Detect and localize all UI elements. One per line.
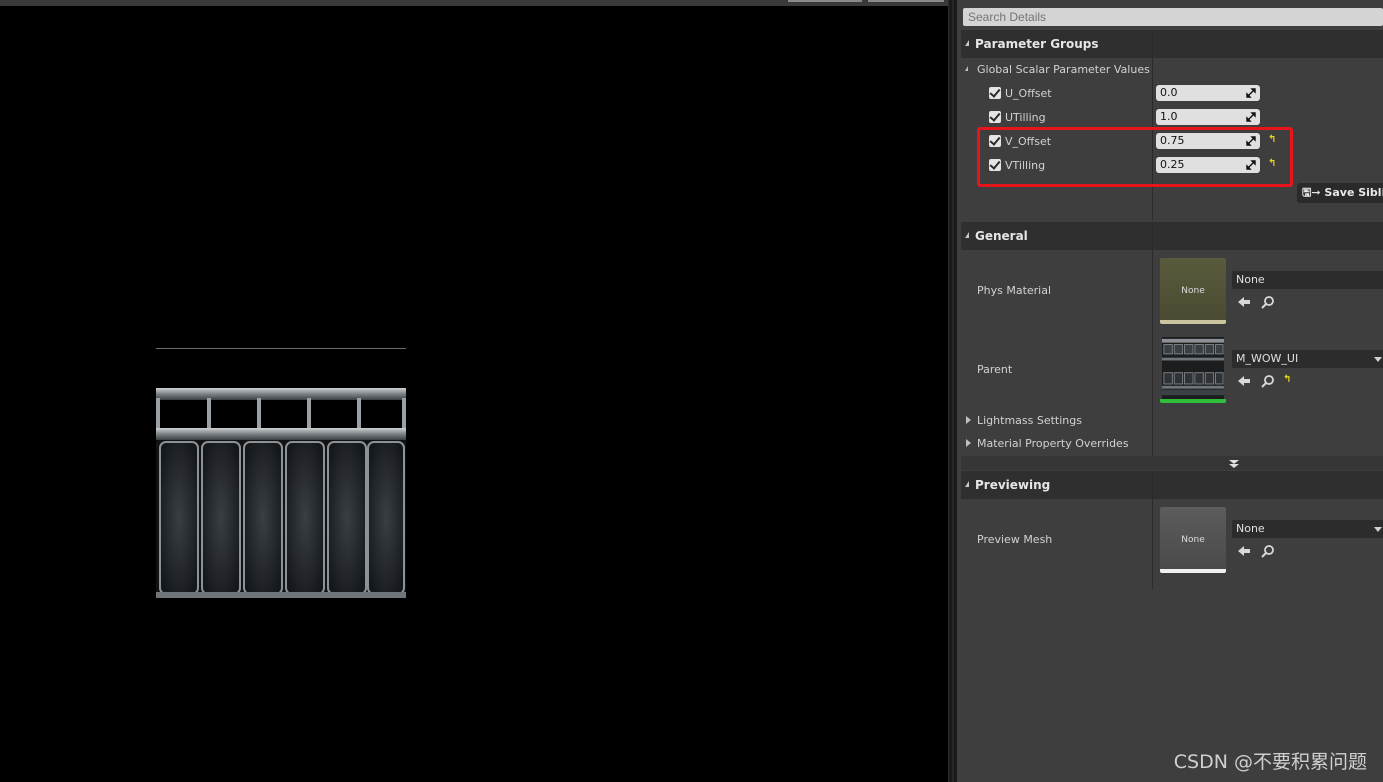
expand-advanced-arrow-icon[interactable] xyxy=(1229,460,1239,468)
chevron-down-icon xyxy=(1374,357,1382,362)
category-title: General xyxy=(975,229,1028,243)
drag-resize-icon xyxy=(1246,88,1256,98)
thumbnail-text: None xyxy=(1181,286,1205,296)
watermark-text: CSDN @不要积累问题 xyxy=(1173,751,1367,773)
picker-value: None xyxy=(1236,522,1265,535)
use-selected-arrow-icon[interactable] xyxy=(1237,544,1251,558)
column-divider[interactable] xyxy=(1152,471,1153,589)
save-icon: 🖫➞ xyxy=(1302,186,1325,199)
collapse-triangle-icon xyxy=(965,481,969,487)
category-title: Previewing xyxy=(975,478,1051,492)
collapse-triangle-icon xyxy=(965,232,969,238)
parent-material-thumbnail[interactable] xyxy=(1160,337,1226,403)
save-sibling-button[interactable]: 🖫➞ Save Sibli xyxy=(1297,183,1383,203)
panel-splitter[interactable] xyxy=(948,0,957,782)
collapse-triangle-icon xyxy=(965,40,969,46)
column-divider[interactable] xyxy=(1152,30,1153,220)
u-tilling-checkbox[interactable] xyxy=(989,111,1001,123)
expand-triangle-icon[interactable] xyxy=(966,439,971,447)
phys-material-thumbnail[interactable]: None xyxy=(1160,258,1226,324)
annotation-highlight-box xyxy=(977,127,1293,187)
details-panel: Parameter Groups Global Scalar Parameter… xyxy=(957,0,1383,782)
subgroup-global-scalar-params[interactable]: Global Scalar Parameter Values xyxy=(977,63,1150,76)
picker-value: None xyxy=(1236,273,1265,286)
preview-mesh-thumbnail[interactable]: None xyxy=(1160,507,1226,573)
preview-top-edge xyxy=(156,348,406,349)
param-value: 0.0 xyxy=(1160,86,1178,99)
search-details-input[interactable] xyxy=(963,8,1383,26)
param-label: U_Offset xyxy=(1005,87,1052,100)
picker-value: M_WOW_UI xyxy=(1236,352,1299,365)
u-offset-checkbox[interactable] xyxy=(989,87,1001,99)
u-tilling-input[interactable]: 1.0 xyxy=(1156,109,1260,125)
browse-magnifier-icon[interactable] xyxy=(1261,544,1275,558)
chevron-down-icon xyxy=(1374,527,1382,532)
category-general[interactable]: General xyxy=(961,222,1383,250)
expand-triangle-icon[interactable] xyxy=(966,416,971,424)
column-divider[interactable] xyxy=(1152,222,1153,456)
viewport-toolbar xyxy=(0,0,948,6)
parent-material-picker[interactable]: M_WOW_UI xyxy=(1232,350,1383,368)
category-parameter-groups[interactable]: Parameter Groups xyxy=(961,30,1383,58)
use-selected-arrow-icon[interactable] xyxy=(1237,295,1251,309)
preview-mesh-label: Preview Mesh xyxy=(977,533,1053,546)
viewport-toolbar-button[interactable] xyxy=(868,0,944,2)
u-offset-input[interactable]: 0.0 xyxy=(1156,85,1260,101)
phys-material-label: Phys Material xyxy=(977,284,1052,297)
material-property-overrides-row[interactable]: Material Property Overrides xyxy=(977,437,1129,450)
category-previewing[interactable]: Previewing xyxy=(961,471,1383,499)
category-title: Parameter Groups xyxy=(975,37,1099,51)
advanced-expander-bar[interactable] xyxy=(961,456,1383,470)
viewport-toolbar-button[interactable] xyxy=(788,0,862,2)
phys-material-picker[interactable]: None xyxy=(1232,271,1383,289)
thumbnail-text: None xyxy=(1181,535,1205,545)
drag-resize-icon xyxy=(1246,112,1256,122)
material-preview-image xyxy=(156,388,406,598)
parent-label: Parent xyxy=(977,363,1013,376)
param-label: UTilling xyxy=(1005,111,1046,124)
collapse-triangle-icon[interactable] xyxy=(965,66,968,71)
save-sibling-label: Save Sibli xyxy=(1324,186,1383,199)
browse-magnifier-icon[interactable] xyxy=(1261,374,1275,388)
lightmass-settings-row[interactable]: Lightmass Settings xyxy=(977,414,1082,427)
browse-magnifier-icon[interactable] xyxy=(1261,295,1275,309)
preview-mesh-picker[interactable]: None xyxy=(1232,520,1383,538)
param-value: 1.0 xyxy=(1160,110,1178,123)
use-selected-arrow-icon[interactable] xyxy=(1237,374,1251,388)
material-preview-viewport[interactable] xyxy=(0,0,948,782)
reset-to-default-icon[interactable]: ↰ xyxy=(1283,374,1291,385)
